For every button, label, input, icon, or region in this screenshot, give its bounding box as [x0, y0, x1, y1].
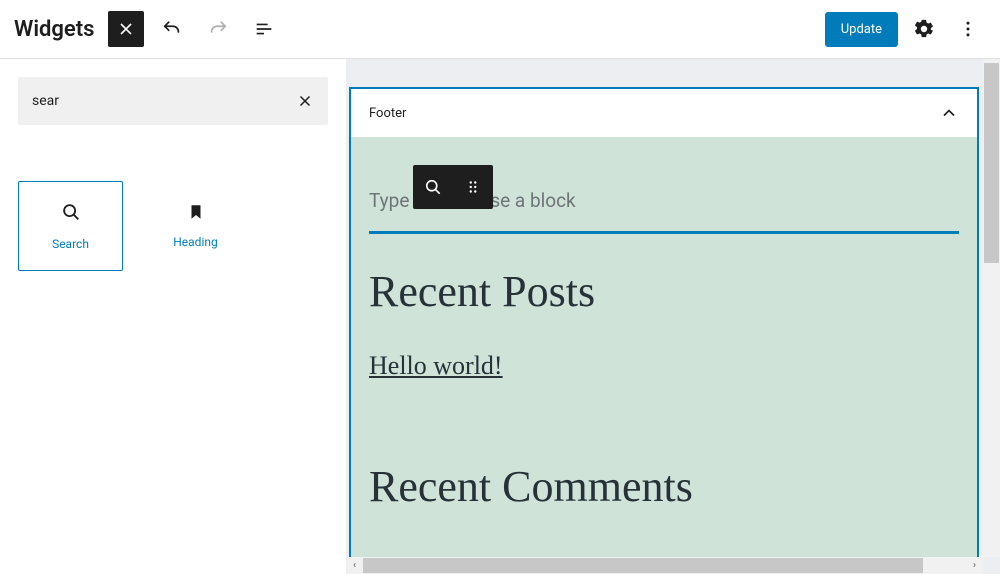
recent-posts-heading: Recent Posts — [369, 266, 959, 317]
editor-canvas: Footer Type / to choose a block — [346, 59, 1000, 574]
vertical-scrollbar[interactable] — [983, 59, 1000, 557]
canvas-scroll-region: Footer Type / to choose a block — [346, 59, 981, 574]
scrollbar-thumb[interactable] — [363, 558, 923, 573]
post-link[interactable]: Hello world! — [369, 351, 503, 381]
undo-button[interactable] — [154, 11, 190, 47]
widget-area-header[interactable]: Footer — [351, 89, 977, 137]
close-inserter-button[interactable] — [108, 11, 144, 47]
scroll-left-arrow[interactable]: ‹ — [346, 558, 363, 573]
toolbar-right: Update — [825, 11, 986, 47]
chevron-up-icon — [939, 103, 959, 123]
block-item-label: Search — [52, 237, 89, 251]
block-results-grid: Search Heading — [18, 181, 328, 271]
block-toolbar — [413, 165, 493, 209]
block-type-button[interactable] — [413, 165, 453, 209]
widget-area-footer: Footer Type / to choose a block — [349, 87, 979, 574]
list-view-button[interactable] — [246, 11, 282, 47]
toolbar-left: Widgets — [14, 11, 282, 47]
block-item-heading[interactable]: Heading — [143, 181, 248, 271]
block-item-label: Heading — [173, 235, 218, 249]
block-inserter-sidebar: Search Heading — [0, 59, 346, 574]
recent-comments-heading: Recent Comments — [369, 461, 959, 512]
block-item-search[interactable]: Search — [18, 181, 123, 271]
more-options-button[interactable] — [950, 11, 986, 47]
search-icon — [60, 201, 82, 223]
block-search-box — [18, 77, 328, 125]
block-search-input[interactable] — [32, 93, 296, 109]
scroll-right-arrow[interactable]: › — [966, 558, 983, 573]
clear-search-button[interactable] — [296, 92, 314, 110]
update-button[interactable]: Update — [825, 12, 898, 47]
page-title: Widgets — [14, 17, 94, 42]
scrollbar-thumb[interactable] — [984, 63, 999, 263]
redo-button[interactable] — [200, 11, 236, 47]
drag-handle[interactable] — [453, 165, 493, 209]
block-placeholder[interactable]: Type / to choose a block — [369, 183, 959, 234]
bookmark-icon — [187, 203, 205, 221]
settings-button[interactable] — [906, 11, 942, 47]
widget-area-body: Type / to choose a block Recent Posts He… — [351, 137, 977, 574]
widget-area-title: Footer — [369, 106, 406, 121]
top-toolbar: Widgets Update — [0, 0, 1000, 59]
horizontal-scrollbar[interactable]: ‹ › — [346, 557, 983, 574]
